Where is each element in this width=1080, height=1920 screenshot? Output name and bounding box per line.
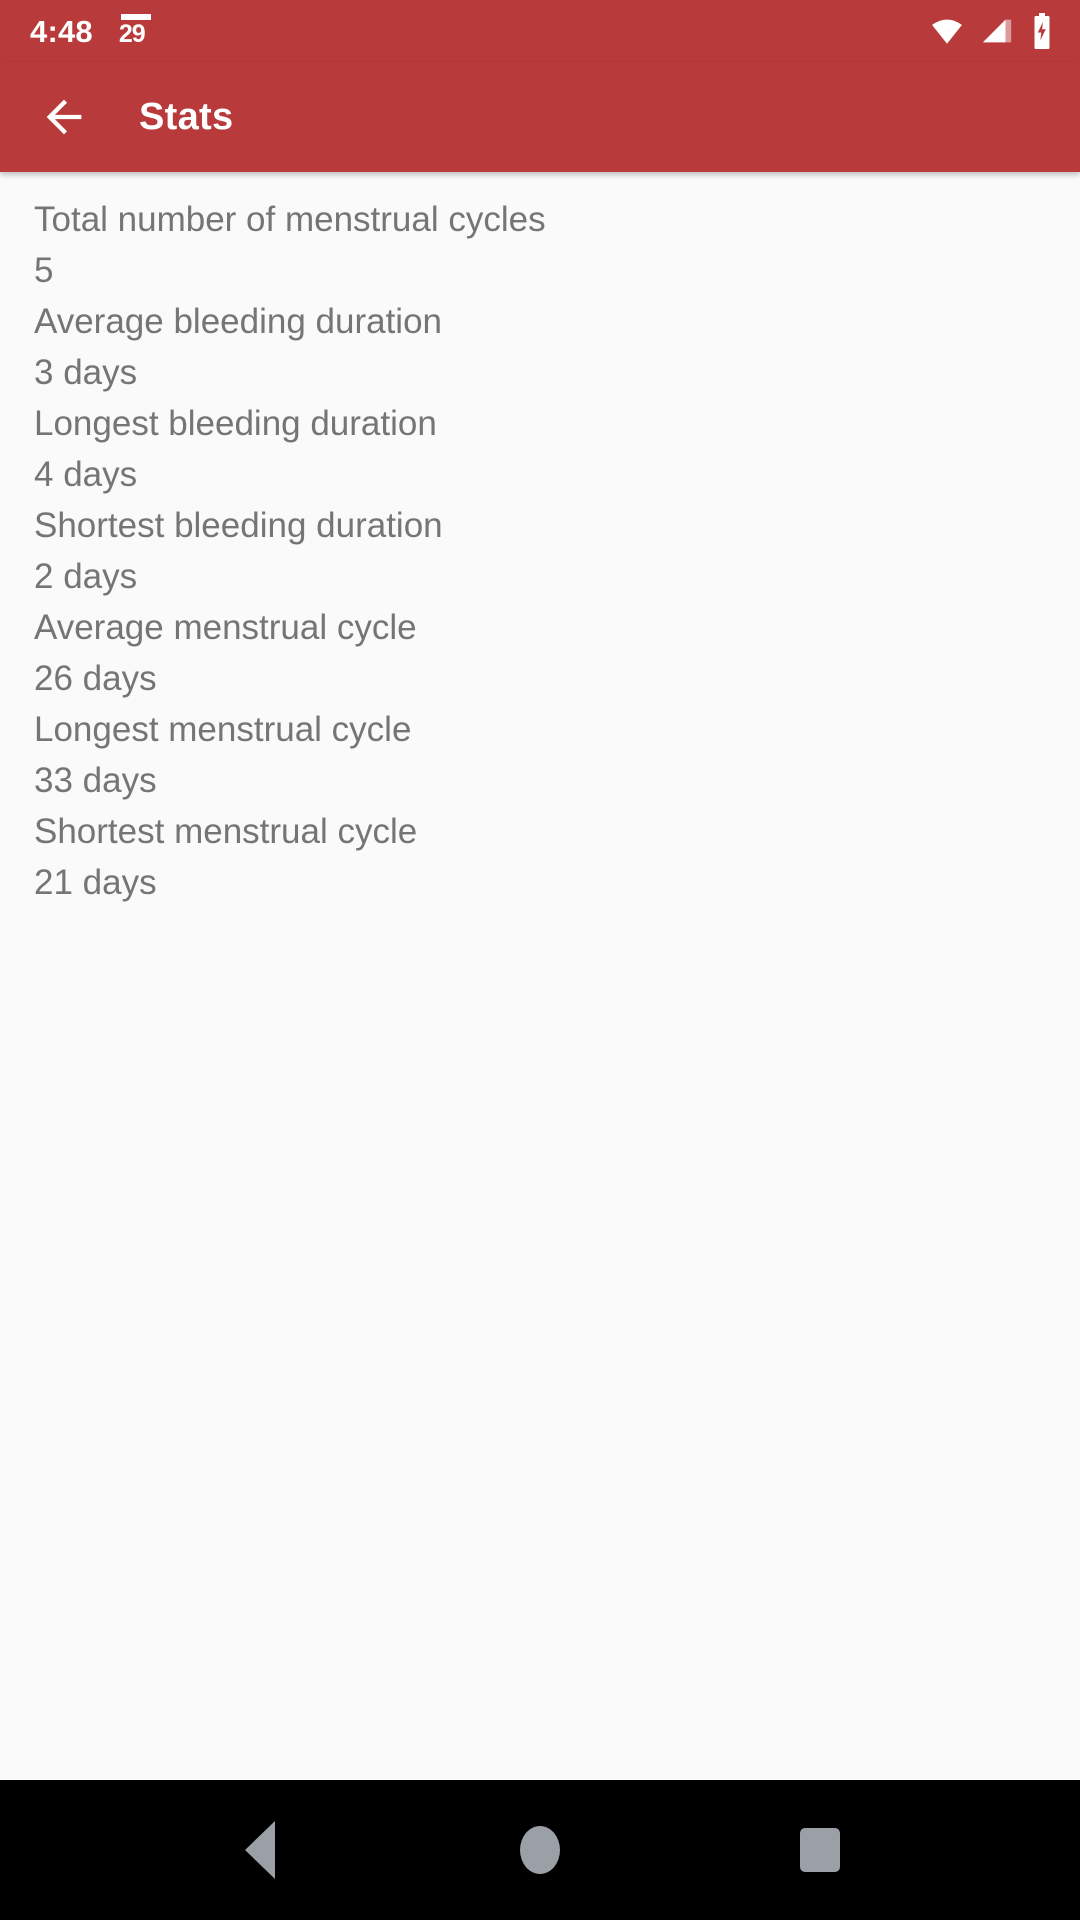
stat-value: 4 days xyxy=(34,455,138,494)
stat-value: 26 days xyxy=(34,659,157,698)
stat-label: Longest bleeding duration xyxy=(34,404,437,443)
page-title: Stats xyxy=(139,95,234,138)
cellular-signal-icon xyxy=(982,19,1012,43)
nav-recents-square-icon xyxy=(800,1828,840,1872)
back-arrow-icon xyxy=(46,99,82,135)
phone-screen: 4:48 29 Stats Total number of menstrual … xyxy=(0,0,1080,1920)
stat-row: Longest bleeding duration 4 days xyxy=(0,398,1080,500)
stat-value: 2 days xyxy=(34,557,138,596)
stat-row: Shortest menstrual cycle 21 days xyxy=(0,806,1080,908)
stat-value: 5 xyxy=(34,251,54,290)
nav-back-button[interactable] xyxy=(200,1790,320,1910)
nav-home-button[interactable] xyxy=(480,1790,600,1910)
battery-charging-icon xyxy=(1034,13,1050,49)
nav-home-circle-icon xyxy=(520,1826,560,1874)
stat-label: Average bleeding duration xyxy=(34,302,443,341)
nav-back-triangle-icon xyxy=(245,1821,275,1879)
stats-content: Total number of menstrual cycles 5 Average… xyxy=(0,172,1080,1780)
stat-row: Total number of menstrual cycles 5 xyxy=(0,194,1080,296)
status-bar-system-icons xyxy=(930,13,1054,49)
status-bar-notification-area: 29 xyxy=(119,13,153,49)
status-bar-clock: 4:48 xyxy=(30,13,93,49)
stat-label: Longest menstrual cycle xyxy=(34,710,412,749)
stat-value: 21 days xyxy=(34,863,157,902)
stat-row: Longest menstrual cycle 33 days xyxy=(0,704,1080,806)
status-bar: 4:48 29 xyxy=(0,0,1080,62)
stat-label: Total number of menstrual cycles xyxy=(34,200,546,239)
system-navigation-bar xyxy=(0,1780,1080,1920)
stat-label: Shortest bleeding duration xyxy=(34,506,443,545)
stats-list: Total number of menstrual cycles 5 Average… xyxy=(0,194,1080,908)
nav-recents-button[interactable] xyxy=(760,1790,880,1910)
cycle-notification-icon: 29 xyxy=(119,13,153,49)
stat-label: Average menstrual cycle xyxy=(34,608,417,647)
stat-value: 3 days xyxy=(34,353,138,392)
back-button[interactable] xyxy=(28,81,100,153)
stat-row: Average menstrual cycle 26 days xyxy=(0,602,1080,704)
stat-row: Average bleeding duration 3 days xyxy=(0,296,1080,398)
wifi-icon xyxy=(932,19,962,44)
stat-row: Shortest bleeding duration 2 days xyxy=(0,500,1080,602)
app-bar: Stats xyxy=(0,62,1080,172)
stat-value: 33 days xyxy=(34,761,157,800)
stat-label: Shortest menstrual cycle xyxy=(34,812,418,851)
